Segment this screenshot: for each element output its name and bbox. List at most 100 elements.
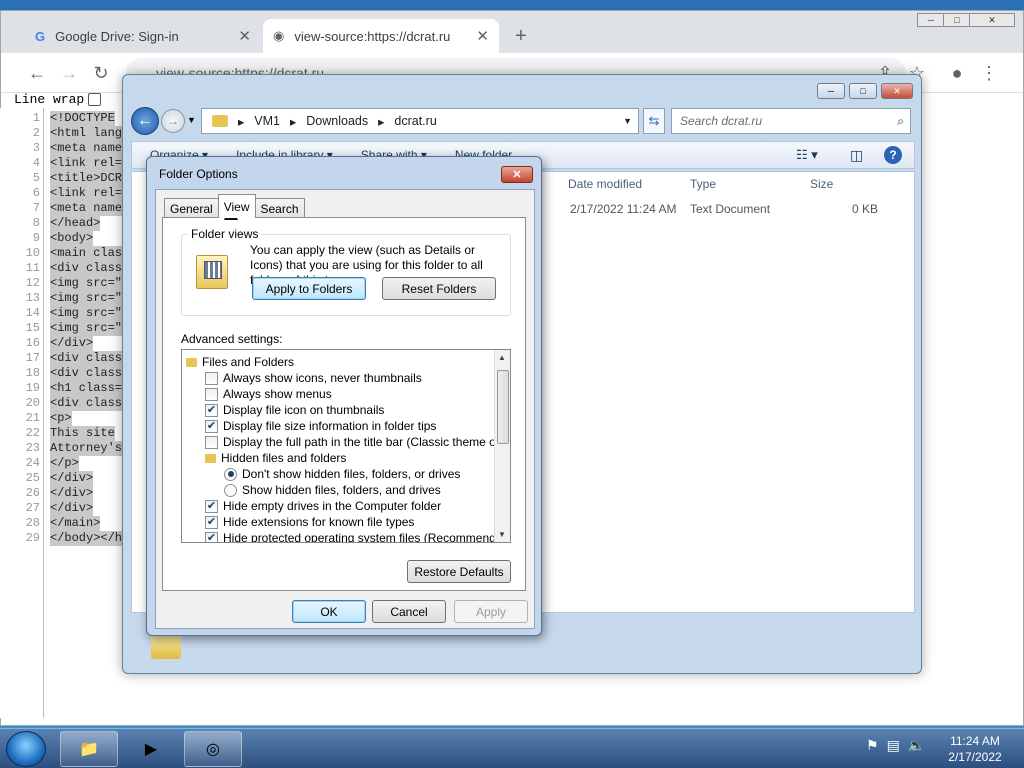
reset-folders-button[interactable]: Reset Folders [382, 277, 496, 300]
back-arrow-icon[interactable]: ← [131, 107, 159, 135]
checkbox[interactable]: ✔ [205, 531, 218, 542]
source-code: <body> [50, 231, 94, 246]
tree-option[interactable]: Display the full path in the title bar (… [205, 434, 510, 450]
checkbox[interactable] [205, 387, 218, 401]
line-number: 28 [25, 516, 40, 530]
tree-option[interactable]: ✔ Display file icon on thumbnails [205, 402, 384, 418]
restore-defaults-button[interactable]: Restore Defaults [407, 560, 511, 583]
column-date-modified[interactable]: Date modified [568, 172, 642, 196]
scroll-down-icon[interactable]: ▼ [498, 530, 506, 539]
checkbox[interactable]: ✔ [205, 419, 218, 433]
ok-button[interactable]: OK [292, 600, 366, 623]
tab-general[interactable]: General [164, 198, 219, 218]
browser-tab-google-drive[interactable]: G Google Drive: Sign-in ✕ [25, 19, 261, 53]
tree-option[interactable]: Always show menus [205, 386, 332, 402]
source-line: 19 <h1 class= [0, 381, 125, 396]
network-icon[interactable]: ▤ [887, 737, 900, 754]
preview-pane-icon[interactable]: ◫ [850, 147, 863, 164]
file-size[interactable]: 0 KB [852, 202, 878, 216]
taskbar-clock[interactable]: 11:24 AM 2/17/2022 [940, 733, 1010, 765]
action-center-icon[interactable]: ⚑ [866, 737, 879, 754]
cancel-button[interactable]: Cancel [372, 600, 446, 623]
source-code: <div class [50, 261, 123, 276]
tree-option[interactable]: ✔ Hide extensions for known file types [205, 514, 414, 530]
back-arrow-icon[interactable]: ← [25, 61, 49, 85]
tree-option[interactable]: Don't show hidden files, folders, or dri… [224, 466, 460, 482]
scroll-thumb[interactable] [497, 370, 509, 444]
checkbox[interactable]: ✔ [205, 499, 218, 513]
source-line: 3 <meta name [0, 141, 125, 156]
column-size[interactable]: Size [810, 172, 833, 196]
history-dropdown-icon[interactable]: ▼ [187, 115, 196, 125]
breadcrumb-vm1[interactable]: VM1 [254, 114, 280, 128]
tree-scrollbar[interactable]: ▲ ▼ [494, 350, 510, 542]
tree-item-label: Hide empty drives in the Computer folder [223, 499, 442, 513]
view-options-icon[interactable]: ☷ ▾ [796, 147, 818, 163]
tree-option[interactable]: Show hidden files, folders, and drives [224, 482, 441, 498]
checkbox[interactable] [205, 371, 218, 385]
new-tab-icon[interactable]: + [515, 25, 527, 48]
line-number: 10 [25, 246, 40, 260]
close-tab-icon[interactable]: ✕ [238, 27, 251, 45]
tree-option[interactable]: ✔ Hide protected operating system files (… [205, 530, 510, 542]
reload-icon[interactable]: ↻ [89, 61, 113, 85]
explorer-search-input[interactable]: Search dcrat.ru ⌕ [671, 108, 911, 134]
column-type[interactable]: Type [690, 172, 716, 196]
refresh-icon[interactable]: ⇆ [643, 108, 665, 134]
close-window-icon[interactable]: ✕ [881, 83, 913, 99]
taskbar: 📁 ▶ ◎ ⚑ ▤ 🔈 11:24 AM 2/17/2022 [0, 728, 1024, 768]
chrome-taskbar-icon[interactable]: ◎ [184, 731, 242, 767]
file-date[interactable]: 2/17/2022 11:24 AM [570, 202, 677, 216]
source-code: <html lang [50, 126, 123, 141]
checkbox[interactable] [205, 435, 218, 449]
tree-option[interactable]: ✔ Hide empty drives in the Computer folde… [205, 498, 441, 514]
menu-kebab-icon[interactable]: ⋮ [977, 61, 1001, 85]
breadcrumb-downloads[interactable]: Downloads [306, 114, 368, 128]
file-type[interactable]: Text Document [690, 202, 770, 216]
browser-tab-view-source[interactable]: ◉ view-source:https://dcrat.ru ✕ [263, 19, 499, 53]
address-dropdown-icon[interactable]: ▼ [623, 116, 632, 126]
close-icon[interactable]: ✕ [501, 166, 533, 183]
explorer-address-bar[interactable]: ▸ VM1 ▸ Downloads ▸ dcrat.ru ▼ [201, 108, 639, 134]
maximize-icon[interactable]: □ [849, 83, 877, 99]
line-number: 1 [32, 111, 40, 125]
minimize-icon[interactable]: ─ [917, 13, 945, 27]
close-tab-icon[interactable]: ✕ [476, 27, 489, 45]
search-icon: ⌕ [897, 113, 904, 128]
checkbox[interactable]: ✔ [205, 403, 218, 417]
tree-item-label: Hidden files and folders [221, 451, 347, 465]
forward-arrow-icon[interactable]: → [161, 109, 185, 133]
apply-to-folders-button[interactable]: Apply to Folders [252, 277, 366, 300]
line-wrap-checkbox[interactable] [88, 93, 102, 106]
media-player-taskbar-icon[interactable]: ▶ [122, 731, 180, 767]
line-number: 2 [32, 126, 40, 140]
radio-button[interactable] [224, 483, 237, 497]
apply-button[interactable]: Apply [454, 600, 528, 623]
tab-view[interactable]: View [217, 194, 256, 218]
explorer-taskbar-icon[interactable]: 📁 [60, 731, 118, 767]
source-code: <div class [50, 366, 123, 381]
line-number: 8 [32, 216, 40, 230]
volume-icon[interactable]: 🔈 [908, 737, 925, 754]
maximize-icon[interactable]: □ [943, 13, 971, 27]
tree-item-label: Always show icons, never thumbnails [223, 371, 422, 385]
close-window-icon[interactable]: ✕ [969, 13, 1015, 27]
source-code: <meta name [50, 201, 123, 216]
dialog-body: General View Search Folder views You can… [155, 189, 535, 629]
breadcrumb-dcrat[interactable]: dcrat.ru [394, 114, 436, 128]
scroll-up-icon[interactable]: ▲ [498, 353, 506, 362]
help-icon[interactable]: ? [884, 146, 902, 164]
source-line: 8 </head> [0, 216, 125, 231]
start-button[interactable] [6, 731, 46, 767]
radio-button[interactable] [224, 467, 237, 481]
forward-arrow-icon[interactable]: → [57, 61, 81, 85]
checkbox[interactable]: ✔ [205, 515, 218, 529]
tab-label: Google Drive: Sign-in [55, 28, 179, 44]
source-code: <link rel= [50, 186, 123, 201]
tree-option[interactable]: Always show icons, never thumbnails [205, 370, 422, 386]
profile-icon[interactable]: ● [945, 61, 969, 85]
tree-option[interactable]: ✔ Display file size information in folder… [205, 418, 436, 434]
tab-search[interactable]: Search [254, 198, 305, 218]
source-line: 21 <p> [0, 411, 125, 426]
minimize-icon[interactable]: ─ [817, 83, 845, 99]
